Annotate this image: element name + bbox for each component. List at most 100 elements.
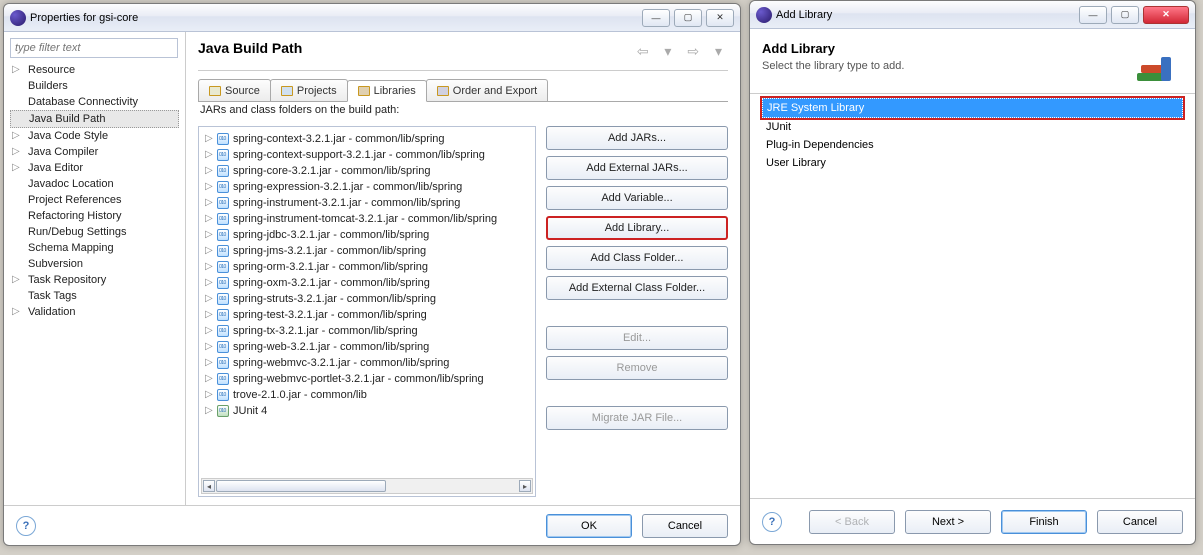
library-type-jre-system-library[interactable]: JRE System Library xyxy=(762,98,1183,118)
add-external-jars-button[interactable]: Add External JARs... xyxy=(546,156,728,180)
library-type-junit[interactable]: JUnit xyxy=(762,118,1183,136)
junit-entry[interactable]: JUnit 4 xyxy=(199,403,535,419)
minimize-button[interactable]: — xyxy=(1079,6,1107,24)
titlebar[interactable]: Add Library — ▢ ✕ xyxy=(750,1,1195,29)
jar-entry[interactable]: spring-orm-3.2.1.jar - common/lib/spring xyxy=(199,259,535,275)
scroll-right-icon[interactable]: ▸ xyxy=(519,480,531,492)
tab-source[interactable]: Source xyxy=(198,79,271,101)
sidebar-item-refactoring-history[interactable]: Refactoring History xyxy=(10,208,179,224)
sidebar-item-task-tags[interactable]: Task Tags xyxy=(10,288,179,304)
sidebar-item-subversion[interactable]: Subversion xyxy=(10,256,179,272)
add-class-folder-button[interactable]: Add Class Folder... xyxy=(546,246,728,270)
jar-icon xyxy=(217,277,229,289)
finish-button[interactable]: Finish xyxy=(1001,510,1087,534)
sidebar-item-run-debug-settings[interactable]: Run/Debug Settings xyxy=(10,224,179,240)
tab-icon xyxy=(209,86,221,96)
jar-icon xyxy=(217,341,229,353)
migrate-jar-button[interactable]: Migrate JAR File... xyxy=(546,406,728,430)
tab-libraries[interactable]: Libraries xyxy=(347,80,427,102)
close-button[interactable]: ✕ xyxy=(706,9,734,27)
jar-entry[interactable]: spring-expression-3.2.1.jar - common/lib… xyxy=(199,179,535,195)
jar-icon xyxy=(217,245,229,257)
list-heading: JARs and class folders on the build path… xyxy=(200,104,728,116)
jar-entry[interactable]: spring-jms-3.2.1.jar - common/lib/spring xyxy=(199,243,535,259)
sidebar-item-validation[interactable]: Validation xyxy=(10,304,179,320)
sidebar-item-javadoc-location[interactable]: Javadoc Location xyxy=(10,176,179,192)
wizard-heading: Add Library xyxy=(762,41,904,56)
cancel-button[interactable]: Cancel xyxy=(1097,510,1183,534)
next-button[interactable]: Next > xyxy=(905,510,991,534)
tab-icon xyxy=(358,86,370,96)
jar-icon xyxy=(217,309,229,321)
library-wizard-icon xyxy=(1133,41,1183,81)
jar-entry[interactable]: spring-instrument-3.2.1.jar - common/lib… xyxy=(199,195,535,211)
sidebar-item-java-build-path[interactable]: Java Build Path xyxy=(10,110,179,128)
jar-entry[interactable]: spring-context-3.2.1.jar - common/lib/sp… xyxy=(199,131,535,147)
nav-arrows[interactable]: ⇦ ▾ ⇨ ▾ xyxy=(637,43,728,60)
sidebar-item-java-code-style[interactable]: Java Code Style xyxy=(10,128,179,144)
jar-entry[interactable]: spring-tx-3.2.1.jar - common/lib/spring xyxy=(199,323,535,339)
jar-entry[interactable]: spring-webmvc-portlet-3.2.1.jar - common… xyxy=(199,371,535,387)
jar-entry[interactable]: spring-test-3.2.1.jar - common/lib/sprin… xyxy=(199,307,535,323)
jar-list[interactable]: spring-context-3.2.1.jar - common/lib/sp… xyxy=(198,126,536,497)
sidebar-item-java-compiler[interactable]: Java Compiler xyxy=(10,144,179,160)
library-icon xyxy=(217,405,229,417)
ok-button[interactable]: OK xyxy=(546,514,632,538)
jar-entry[interactable]: spring-context-support-3.2.1.jar - commo… xyxy=(199,147,535,163)
tab-order-and-export[interactable]: Order and Export xyxy=(426,79,548,101)
jar-icon xyxy=(217,389,229,401)
library-type-user-library[interactable]: User Library xyxy=(762,154,1183,172)
build-path-tabs: SourceProjectsLibrariesOrder and Export xyxy=(198,79,728,102)
jar-entry[interactable]: spring-oxm-3.2.1.jar - common/lib/spring xyxy=(199,275,535,291)
jar-entry[interactable]: spring-webmvc-3.2.1.jar - common/lib/spr… xyxy=(199,355,535,371)
add-jars-button[interactable]: Add JARs... xyxy=(546,126,728,150)
jar-entry[interactable]: spring-web-3.2.1.jar - common/lib/spring xyxy=(199,339,535,355)
jar-icon xyxy=(217,229,229,241)
jar-entry[interactable]: spring-struts-3.2.1.jar - common/lib/spr… xyxy=(199,291,535,307)
sidebar-item-schema-mapping[interactable]: Schema Mapping xyxy=(10,240,179,256)
scroll-left-icon[interactable]: ◂ xyxy=(203,480,215,492)
properties-window: Properties for gsi-core — ▢ ✕ ResourceBu… xyxy=(3,3,741,546)
cancel-button[interactable]: Cancel xyxy=(642,514,728,538)
maximize-button[interactable]: ▢ xyxy=(674,9,702,27)
properties-sidebar: ResourceBuildersDatabase ConnectivityJav… xyxy=(4,32,186,505)
help-icon[interactable]: ? xyxy=(16,516,36,536)
jar-icon xyxy=(217,325,229,337)
library-type-plug-in-dependencies[interactable]: Plug-in Dependencies xyxy=(762,136,1183,154)
jar-icon xyxy=(217,133,229,145)
add-library-window: Add Library — ▢ ✕ Add Library Select the… xyxy=(749,0,1196,545)
jar-icon xyxy=(217,149,229,161)
window-title: Add Library xyxy=(776,9,832,21)
jar-icon xyxy=(217,197,229,209)
sidebar-item-builders[interactable]: Builders xyxy=(10,78,179,94)
jar-entry[interactable]: spring-jdbc-3.2.1.jar - common/lib/sprin… xyxy=(199,227,535,243)
sidebar-item-java-editor[interactable]: Java Editor xyxy=(10,160,179,176)
minimize-button[interactable]: — xyxy=(642,9,670,27)
add-external-class-folder-button[interactable]: Add External Class Folder... xyxy=(546,276,728,300)
sidebar-item-resource[interactable]: Resource xyxy=(10,62,179,78)
tab-icon xyxy=(437,86,449,96)
tab-projects[interactable]: Projects xyxy=(270,79,348,101)
maximize-button[interactable]: ▢ xyxy=(1111,6,1139,24)
edit-button[interactable]: Edit... xyxy=(546,326,728,350)
close-button[interactable]: ✕ xyxy=(1143,6,1189,24)
jar-icon xyxy=(217,261,229,273)
horizontal-scrollbar[interactable]: ◂ ▸ xyxy=(201,478,533,494)
sidebar-item-database-connectivity[interactable]: Database Connectivity xyxy=(10,94,179,110)
sidebar-item-task-repository[interactable]: Task Repository xyxy=(10,272,179,288)
sidebar-item-project-references[interactable]: Project References xyxy=(10,192,179,208)
add-library-button[interactable]: Add Library... xyxy=(546,216,728,240)
jar-entry[interactable]: spring-core-3.2.1.jar - common/lib/sprin… xyxy=(199,163,535,179)
filter-input[interactable] xyxy=(10,38,178,58)
add-variable-button[interactable]: Add Variable... xyxy=(546,186,728,210)
back-button[interactable]: < Back xyxy=(809,510,895,534)
tab-icon xyxy=(281,86,293,96)
jar-entry[interactable]: spring-instrument-tomcat-3.2.1.jar - com… xyxy=(199,211,535,227)
help-icon[interactable]: ? xyxy=(762,512,782,532)
titlebar[interactable]: Properties for gsi-core — ▢ ✕ xyxy=(4,4,740,32)
scroll-thumb[interactable] xyxy=(216,480,386,492)
jar-icon xyxy=(217,213,229,225)
library-type-list[interactable]: JRE System LibraryJUnitPlug-in Dependenc… xyxy=(750,94,1195,176)
jar-entry[interactable]: trove-2.1.0.jar - common/lib xyxy=(199,387,535,403)
remove-button[interactable]: Remove xyxy=(546,356,728,380)
